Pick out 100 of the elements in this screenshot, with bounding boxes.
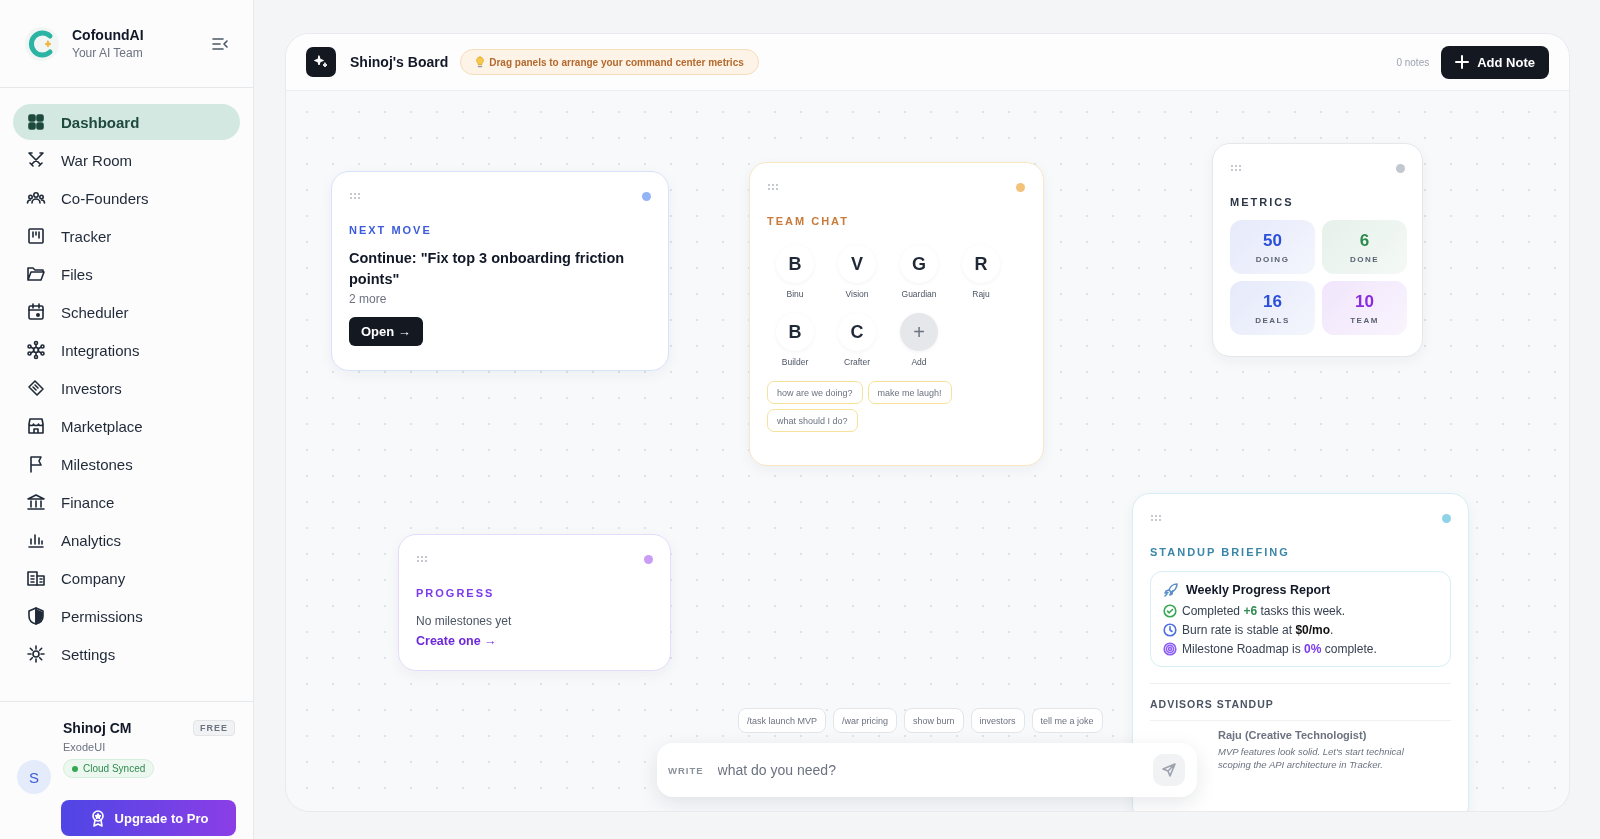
open-button[interactable]: Open → xyxy=(349,317,423,346)
command-chip[interactable]: /task launch MVP xyxy=(738,708,827,733)
drag-handle-icon xyxy=(767,183,779,191)
metric-value: 10 xyxy=(1355,291,1374,312)
panel-title: NEXT MOVE xyxy=(349,224,433,236)
prompt-chip[interactable]: make me laugh! xyxy=(867,381,952,404)
member-avatar[interactable]: C xyxy=(838,313,876,351)
metric-label: DONE xyxy=(1349,254,1380,264)
folder-icon xyxy=(26,264,46,284)
nav-item[interactable]: Integrations xyxy=(13,332,240,368)
command-chip[interactable]: tell me a joke xyxy=(1031,708,1103,733)
plan-badge: FREE xyxy=(193,720,235,736)
drag-handle-icon xyxy=(349,192,361,200)
nav-item[interactable]: Files xyxy=(13,256,240,292)
nav-item[interactable]: Milestones xyxy=(13,446,240,482)
prompt-chip[interactable]: what should I do? xyxy=(767,409,858,432)
clock-icon xyxy=(1163,623,1177,637)
metric-value: 6 xyxy=(1359,230,1370,251)
panel-title: METRICS xyxy=(1230,196,1295,208)
hint-pill: Drag panels to arrange your command center metrics xyxy=(460,49,759,75)
report-line: Completed +6 tasks this week. xyxy=(1182,604,1346,618)
create-link[interactable]: Create one → xyxy=(416,634,653,648)
report-line: Milestone Roadmap is 0% complete. xyxy=(1182,642,1377,656)
plus-icon xyxy=(1455,55,1470,69)
member-name: Binu xyxy=(786,289,804,299)
advisor-name: Raju (Creative Technologist) xyxy=(1218,729,1368,741)
message-input[interactable]: what do you need? xyxy=(715,761,1141,779)
member-avatar[interactable]: V xyxy=(838,245,876,283)
org-name: ExodeUI xyxy=(63,741,107,753)
nav-item[interactable]: Finance xyxy=(13,484,240,520)
calendar-icon xyxy=(26,302,46,322)
network-icon xyxy=(26,340,46,360)
store-icon xyxy=(26,416,46,436)
nav-item[interactable]: Investors xyxy=(13,370,240,406)
section-heading: ADVISORS STANDUP xyxy=(1150,683,1451,710)
command-chip[interactable]: investors xyxy=(970,708,1025,733)
member-avatar[interactable]: G xyxy=(900,245,938,283)
member-name: Raju xyxy=(972,289,990,299)
metric-value: 16 xyxy=(1263,291,1282,312)
write-label: WRITE xyxy=(668,764,704,776)
add-note-button[interactable]: Add Note xyxy=(1441,45,1549,79)
nav-item[interactable]: Settings xyxy=(13,636,240,672)
board-title: Shinoj's Board xyxy=(350,54,449,70)
add-member-button[interactable]: + xyxy=(900,313,938,351)
nav-item[interactable]: Analytics xyxy=(13,522,240,558)
check-circle-icon xyxy=(1163,604,1177,618)
nav-item[interactable]: Co-Founders xyxy=(13,180,240,216)
user-avatar: S xyxy=(17,760,51,794)
nav-item[interactable]: Company xyxy=(13,560,240,596)
member-name: Crafter xyxy=(844,357,870,367)
more-count: 2 more xyxy=(349,292,388,306)
nav-item[interactable]: War Room xyxy=(13,142,240,178)
lightbulb-icon xyxy=(475,56,486,68)
tracker-icon xyxy=(26,226,46,246)
report-title: Weekly Progress Report xyxy=(1186,583,1331,597)
bank-icon xyxy=(26,492,46,512)
panel-title: TEAM CHAT xyxy=(767,215,850,227)
nav-item[interactable]: Dashboard xyxy=(13,104,240,140)
nav-item[interactable]: Scheduler xyxy=(13,294,240,330)
user-name: Shinoj CM xyxy=(63,720,132,736)
send-button[interactable] xyxy=(1153,754,1185,786)
notes-count: 0 notes xyxy=(1396,56,1430,68)
metric-label: DEALS xyxy=(1255,315,1290,325)
command-chip[interactable]: /war pricing xyxy=(833,708,898,733)
brand-name: CofoundAI xyxy=(72,27,145,43)
rocket-icon xyxy=(1163,582,1179,598)
command-chip[interactable]: show burn xyxy=(904,708,964,733)
member-avatar[interactable]: B xyxy=(776,313,814,351)
sync-status-badge: Cloud Synced xyxy=(63,759,155,778)
building-icon xyxy=(26,568,46,588)
upgrade-button[interactable]: Upgrade to Pro xyxy=(61,800,236,836)
member-name: Add xyxy=(911,357,927,367)
nav-item[interactable]: Tracker xyxy=(13,218,240,254)
brand-tagline: Your AI Team xyxy=(72,46,144,60)
send-icon xyxy=(1161,762,1177,778)
task-title: Continue: "Fix top 3 onboarding friction points" xyxy=(349,249,626,289)
member-avatar[interactable]: R xyxy=(962,245,1000,283)
nav-item[interactable]: Marketplace xyxy=(13,408,240,444)
member-name: Builder xyxy=(781,357,809,367)
sparkle-icon xyxy=(313,54,329,70)
empty-message: No milestones yet xyxy=(416,614,513,628)
metric-value: 50 xyxy=(1263,230,1282,251)
member-avatar[interactable]: B xyxy=(776,245,814,283)
metric-label: TEAM xyxy=(1350,315,1379,325)
panel-title: STANDUP BRIEFING xyxy=(1150,546,1291,558)
advisor-quote: MVP features look solid. Let's start technical scoping the API architecture in Tracker. xyxy=(1218,745,1405,771)
drag-handle-icon xyxy=(416,555,428,563)
logo-icon xyxy=(24,25,60,62)
drag-handle-icon xyxy=(1150,514,1162,522)
dashboard-icon xyxy=(26,112,46,132)
report-line: Burn rate is stable at $0/mo. xyxy=(1182,623,1334,637)
metric-label: DOING xyxy=(1255,254,1290,264)
member-name: Vision xyxy=(845,289,869,299)
prompt-chip[interactable]: how are we doing? xyxy=(767,381,863,404)
target-icon xyxy=(1163,642,1177,656)
member-name: Guardian xyxy=(901,289,937,299)
shield-icon xyxy=(26,606,46,626)
drag-handle-icon xyxy=(1230,164,1242,172)
panel-title: PROGRESS xyxy=(416,587,496,599)
nav-item[interactable]: Permissions xyxy=(13,598,240,634)
